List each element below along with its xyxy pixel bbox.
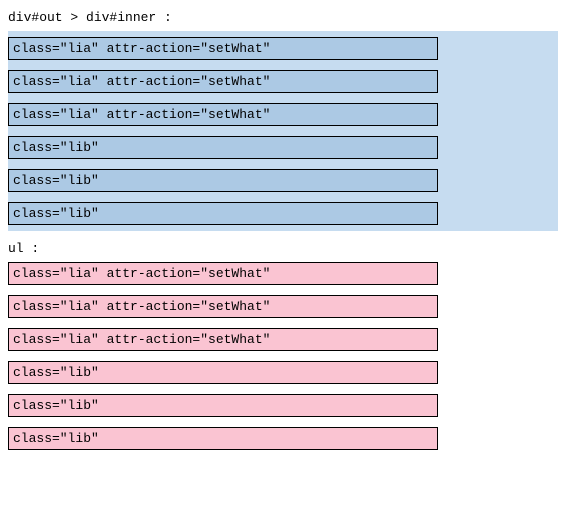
list-item: class="lia" attr-action="setWhat" (8, 103, 438, 126)
list-item: class="lib" (8, 136, 438, 159)
list-item: class="lia" attr-action="setWhat" (8, 37, 438, 60)
list-item: class="lia" attr-action="setWhat" (8, 328, 438, 351)
div-out: class="lia" attr-action="setWhat" class=… (8, 31, 558, 231)
list-item: class="lia" attr-action="setWhat" (8, 70, 438, 93)
list-item: class="lib" (8, 202, 438, 225)
list-item: class="lia" attr-action="setWhat" (8, 262, 438, 285)
list-item: class="lib" (8, 394, 438, 417)
div-inner: class="lia" attr-action="setWhat" class=… (8, 37, 438, 225)
list-item: class="lia" attr-action="setWhat" (8, 295, 438, 318)
list-item: class="lib" (8, 361, 438, 384)
list-item: class="lib" (8, 427, 438, 450)
section2-label: ul : (8, 241, 561, 256)
ul-block: class="lia" attr-action="setWhat" class=… (8, 262, 438, 450)
list-item: class="lib" (8, 169, 438, 192)
section1-label: div#out > div#inner : (8, 10, 561, 25)
